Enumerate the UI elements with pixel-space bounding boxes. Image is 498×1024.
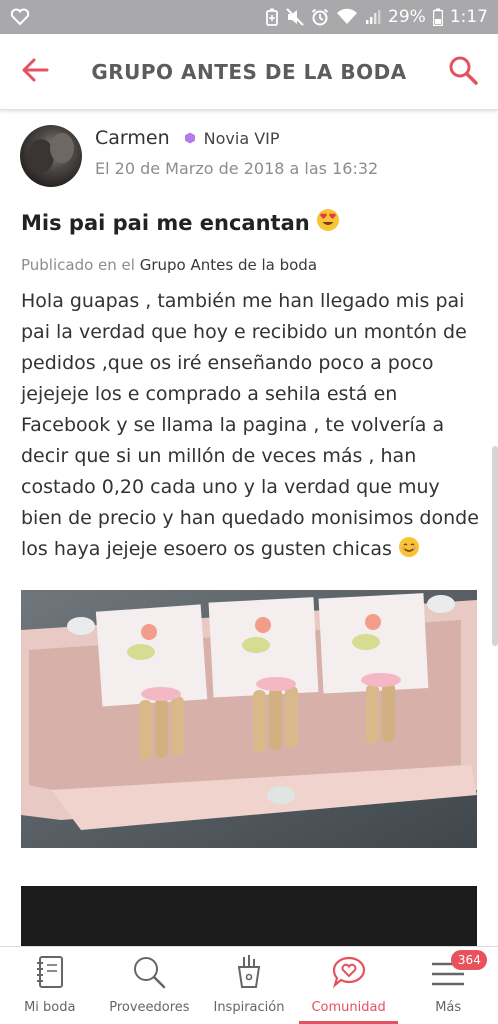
nav-label: Inspiración	[213, 1000, 285, 1015]
notification-badge: 364	[451, 950, 488, 970]
clock: 1:17	[449, 7, 488, 27]
nav-mi-boda[interactable]: Mi boda	[0, 947, 100, 1024]
back-button[interactable]	[0, 34, 70, 110]
nav-inspiracion[interactable]: Inspiración	[199, 947, 299, 1024]
nav-label: Comunidad	[311, 1000, 386, 1015]
hexagon-badge-icon	[184, 132, 195, 144]
author-info: Carmen Novia VIP El 20 de Marzo de 2018 …	[95, 125, 378, 187]
published-prefix: Publicado en el	[21, 256, 135, 274]
post-date: El 20 de Marzo de 2018 a las 16:32	[95, 159, 379, 178]
alarm-icon	[311, 8, 329, 26]
post-title: Mis pai pai me encantan	[21, 208, 340, 237]
search-icon	[132, 955, 166, 993]
scrollbar[interactable]	[492, 446, 498, 646]
battery-icon	[432, 8, 443, 26]
paint-cup-icon	[233, 953, 265, 993]
search-button[interactable]	[428, 34, 498, 110]
notebook-icon	[35, 955, 65, 993]
bottom-nav: Mi boda Proveedores Inspiración Comunida…	[0, 946, 498, 1024]
smiling-emoji-icon	[398, 536, 420, 568]
post-body-text: Hola guapas , también me han llegado mis…	[21, 290, 479, 560]
vip-badge: Novia VIP	[203, 128, 280, 148]
nav-label: Mi boda	[24, 1000, 76, 1015]
nav-mas[interactable]: Más 364	[398, 947, 498, 1024]
nav-label: Más	[435, 1000, 462, 1015]
post-body: Hola guapas , también me han llegado mis…	[21, 286, 483, 568]
app-bar: GRUPO ANTES DE LA BODA	[0, 34, 498, 110]
post-photo[interactable]	[21, 590, 477, 848]
page-title: GRUPO ANTES DE LA BODA	[91, 59, 407, 84]
search-icon	[448, 55, 478, 89]
post-content[interactable]: Carmen Novia VIP El 20 de Marzo de 2018 …	[0, 110, 498, 946]
battery-saver-icon	[265, 8, 279, 26]
battery-percent: 29%	[388, 7, 426, 27]
signal-icon	[365, 9, 381, 25]
heart-icon	[10, 8, 30, 26]
arrow-left-icon	[21, 58, 49, 86]
wifi-icon	[336, 8, 358, 26]
post-title-text: Mis pai pai me encantan	[21, 210, 310, 235]
post-author[interactable]: Carmen Novia VIP El 20 de Marzo de 2018 …	[20, 125, 378, 187]
heart-eyes-emoji-icon	[316, 208, 340, 237]
mute-icon	[286, 8, 304, 26]
post-photo-2[interactable]	[21, 886, 477, 946]
nav-comunidad[interactable]: Comunidad	[298, 947, 399, 1024]
author-name[interactable]: Carmen	[95, 127, 170, 149]
status-bar: 29% 1:17	[0, 0, 498, 34]
published-in: Publicado en el Grupo Antes de la boda	[21, 256, 317, 274]
avatar[interactable]	[20, 125, 82, 187]
heart-chat-icon	[331, 955, 367, 993]
group-link[interactable]: Grupo Antes de la boda	[140, 256, 317, 274]
nav-label: Proveedores	[109, 1000, 190, 1015]
nav-proveedores[interactable]: Proveedores	[100, 947, 200, 1024]
